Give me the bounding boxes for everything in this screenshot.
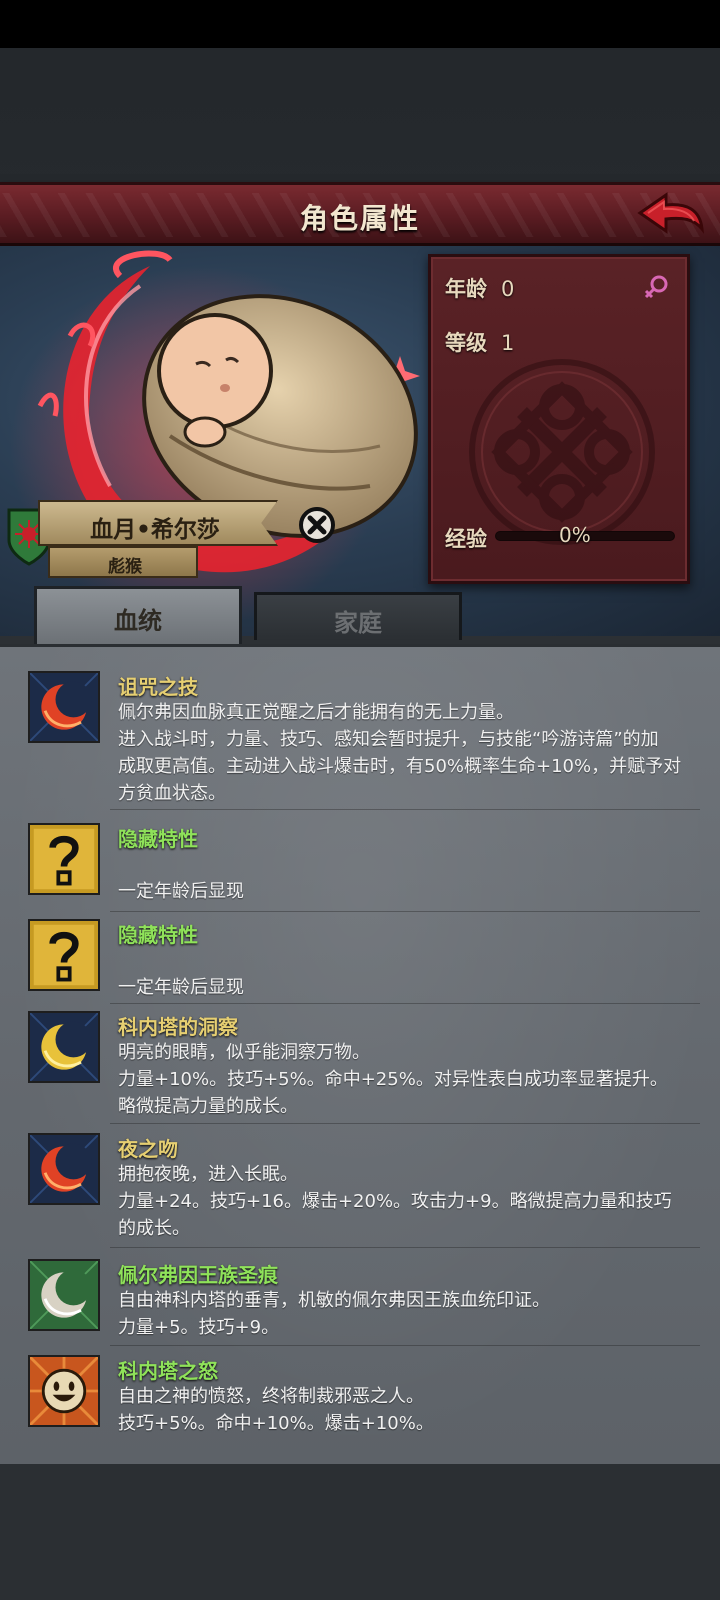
tab-family[interactable]: 家庭 <box>254 592 462 640</box>
trait-name: 夜之吻 <box>118 1137 178 1161</box>
female-icon <box>644 275 668 299</box>
red-moon-icon <box>28 1133 100 1205</box>
trait-line: 技巧+5%。命中+10%。爆击+10%。 <box>118 1413 434 1434</box>
trait-description: 一定年龄后显现 <box>118 851 698 905</box>
trait-item[interactable]: 夜之吻 拥抱夜晚，进入长眠。 力量+24。技巧+16。爆击+20%。攻击力+9。… <box>0 1133 720 1243</box>
trait-name: 科内塔的洞察 <box>118 1015 238 1039</box>
smiley-sun-icon <box>28 1355 100 1427</box>
tab-bloodline-label: 血统 <box>114 607 162 635</box>
character-name: 血月•希尔莎 <box>90 517 220 543</box>
trait-name: 佩尔弗因王族圣痕 <box>118 1263 278 1287</box>
divider <box>110 911 700 912</box>
trait-name: 诅咒之技 <box>118 675 198 699</box>
divider <box>110 1003 700 1004</box>
trait-line: 力量+24。技巧+16。爆击+20%。攻击力+9。略微提高力量和技巧 <box>118 1191 672 1212</box>
trait-line: 力量+10%。技巧+5%。命中+25%。对异性表白成功率显著提升。 <box>118 1069 668 1090</box>
trait-item[interactable]: 诅咒之技 佩尔弗因血脉真正觉醒之后才能拥有的无上力量。 进入战斗时，力量、技巧、… <box>0 671 720 804</box>
trait-description: 自由神科内塔的垂青，机敏的佩尔弗因王族血统印证。 力量+5。技巧+9。 <box>118 1287 698 1341</box>
tab-bar: 血统 家庭 <box>0 586 720 644</box>
title-bar: 角色属性 <box>0 182 720 246</box>
tab-bloodline[interactable]: 血统 <box>34 586 242 644</box>
stats-panel: 年龄 0 等级 1 经验 0% <box>428 254 690 584</box>
trait-line: 的成长。 <box>118 1218 190 1239</box>
page-title: 角色属性 <box>299 202 420 235</box>
close-circle-icon[interactable] <box>298 506 336 544</box>
trait-line: 自由之神的愤怒，终将制裁邪恶之人。 <box>118 1386 424 1407</box>
trait-line: 一定年龄后显现 <box>118 881 244 902</box>
trait-line: 方贫血状态。 <box>118 783 226 804</box>
divider <box>110 1345 700 1346</box>
divider <box>110 1247 700 1248</box>
red-moon-icon <box>28 671 100 743</box>
screen: 角色属性 年龄 0 等级 1 经验 0% 血月•希尔莎 彪猴 血统 家庭 诅咒之… <box>0 0 720 1600</box>
gold-moon-icon <box>28 1011 100 1083</box>
trait-line: 佩尔弗因血脉真正觉醒之后才能拥有的无上力量。 <box>118 702 514 723</box>
trait-line: 拥抱夜晚，进入长眠。 <box>118 1164 298 1185</box>
exp-value: 0% <box>559 523 591 547</box>
trait-name: 隐藏特性 <box>118 827 198 851</box>
level-row: 等级 1 <box>445 327 514 357</box>
level-label: 等级 <box>445 331 487 355</box>
trait-description: 自由之神的愤怒，终将制裁邪恶之人。 技巧+5%。命中+10%。爆击+10%。 <box>118 1383 698 1437</box>
trait-item[interactable]: 隐藏特性 一定年龄后显现 <box>0 823 720 903</box>
trait-line: 进入战斗时，力量、技巧、感知会暂时提升，与技能“吟游诗篇”的加 <box>118 729 659 750</box>
trait-line: 自由神科内塔的垂青，机敏的佩尔弗因王族血统印证。 <box>118 1290 550 1311</box>
exp-label: 经验 <box>445 527 487 551</box>
question-mark-icon <box>28 919 100 991</box>
trait-description: 一定年龄后显现 <box>118 947 698 1001</box>
trait-description: 佩尔弗因血脉真正觉醒之后才能拥有的无上力量。 进入战斗时，力量、技巧、感知会暂时… <box>118 699 698 807</box>
question-mark-icon <box>28 823 100 895</box>
trait-line <box>118 947 698 974</box>
trait-line: 略微提高力量的成长。 <box>118 1096 298 1117</box>
trait-line: 明亮的眼睛，似乎能洞察万物。 <box>118 1042 370 1063</box>
trait-item[interactable]: 佩尔弗因王族圣痕 自由神科内塔的垂青，机敏的佩尔弗因王族血统印证。 力量+5。技… <box>0 1259 720 1345</box>
trait-item[interactable]: 科内塔的洞察 明亮的眼睛，似乎能洞察万物。 力量+10%。技巧+5%。命中+25… <box>0 1011 720 1121</box>
trait-list: 诅咒之技 佩尔弗因血脉真正觉醒之后才能拥有的无上力量。 进入战斗时，力量、技巧、… <box>0 644 720 1464</box>
back-arrow-icon[interactable] <box>636 191 706 239</box>
title-banner: 彪猴 <box>48 546 198 578</box>
name-banner: 血月•希尔莎 <box>38 500 278 546</box>
celtic-knot-emblem <box>469 359 655 545</box>
trait-line: 一定年龄后显现 <box>118 977 244 998</box>
trait-description: 明亮的眼睛，似乎能洞察万物。 力量+10%。技巧+5%。命中+25%。对异性表白… <box>118 1039 698 1120</box>
age-label: 年龄 <box>445 277 487 301</box>
trait-name: 科内塔之怒 <box>118 1359 218 1383</box>
divider <box>110 1123 700 1124</box>
trait-description: 拥抱夜晚，进入长眠。 力量+24。技巧+16。爆击+20%。攻击力+9。略微提高… <box>118 1161 698 1242</box>
trait-line: 力量+5。技巧+9。 <box>118 1317 280 1338</box>
divider <box>110 809 700 810</box>
level-value: 1 <box>501 331 515 355</box>
trait-line: 成取更高值。主动进入战斗爆击时，有50%概率生命+10%，并赋予对 <box>118 756 682 777</box>
age-value: 0 <box>501 277 515 301</box>
trait-item[interactable]: 科内塔之怒 自由之神的愤怒，终将制裁邪恶之人。 技巧+5%。命中+10%。爆击+… <box>0 1355 720 1441</box>
tab-family-label: 家庭 <box>334 609 382 637</box>
character-title: 彪猴 <box>108 557 142 577</box>
trait-line <box>118 851 698 878</box>
bottom-background <box>0 1464 720 1600</box>
white-moon-icon <box>28 1259 100 1331</box>
age-row: 年龄 0 <box>445 273 514 303</box>
trait-item[interactable]: 隐藏特性 一定年龄后显现 <box>0 919 720 999</box>
status-bar <box>0 0 720 48</box>
trait-name: 隐藏特性 <box>118 923 198 947</box>
